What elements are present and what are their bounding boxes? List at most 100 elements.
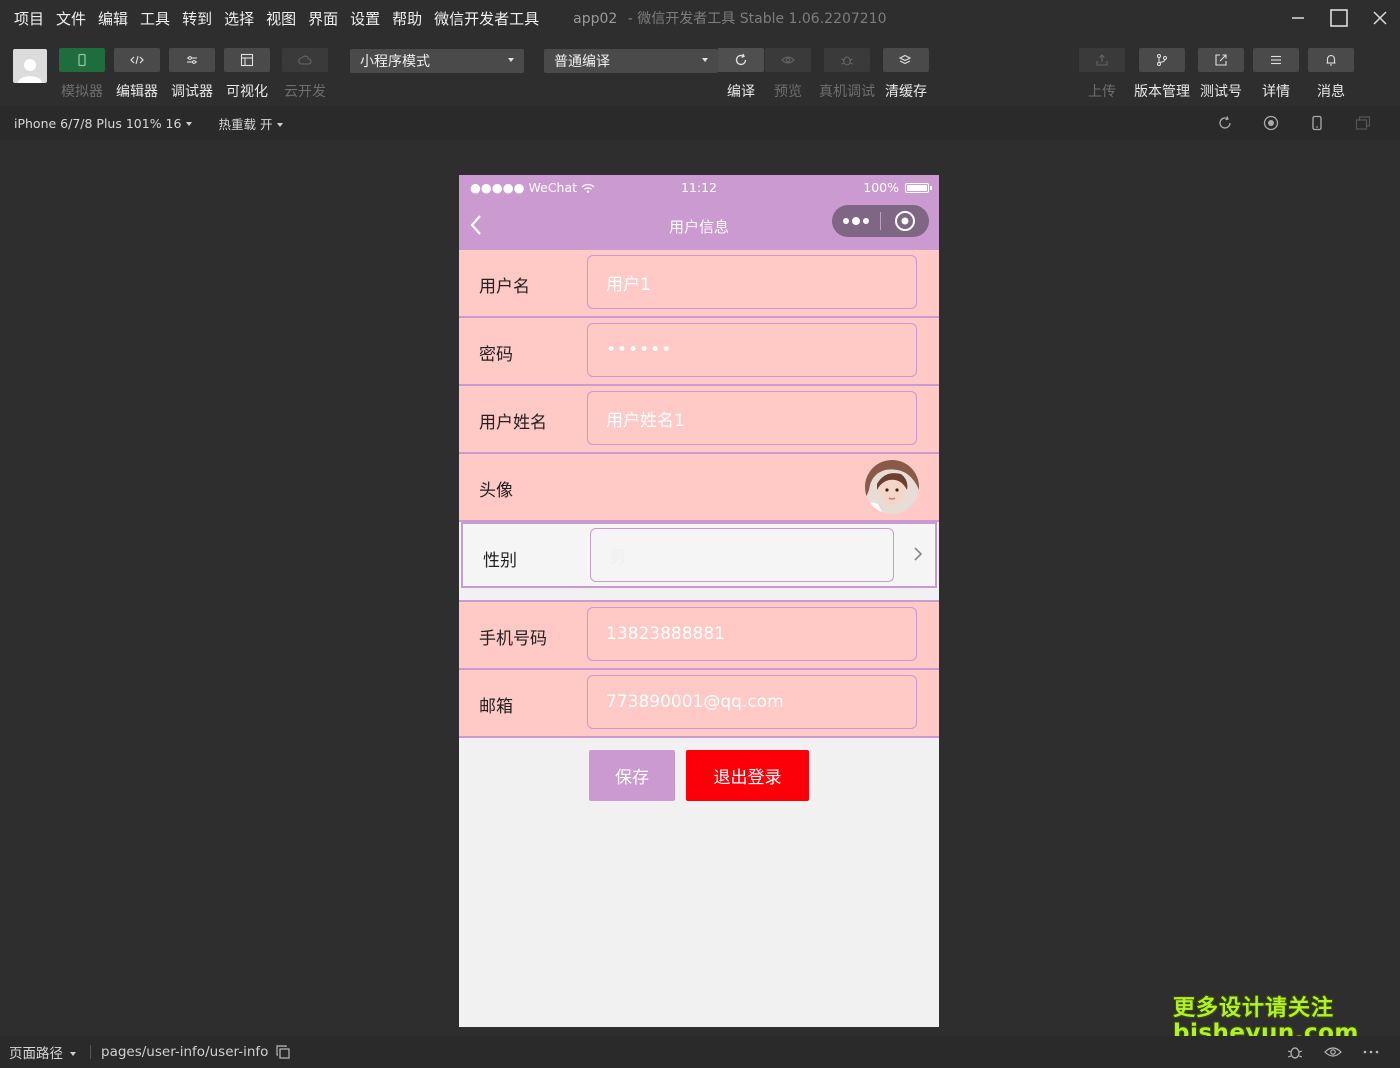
email-input[interactable]: 773890001@qq.com — [587, 675, 917, 729]
version-mgmt-button[interactable] — [1139, 48, 1185, 72]
phone-simulator: ●●●●● WeChat 11:12 100% 用户信息 用户名 用户1 密码 … — [459, 175, 939, 1027]
menu-item[interactable]: 项目 — [8, 8, 50, 29]
menu-lines-icon — [1271, 55, 1281, 65]
bug-icon — [1287, 1047, 1303, 1059]
device-view-button[interactable] — [1294, 113, 1340, 133]
battery-fill — [907, 184, 927, 191]
save-button[interactable]: 保存 — [589, 750, 675, 801]
simulator-label: 模拟器 — [61, 84, 103, 100]
visual-button[interactable] — [224, 48, 270, 72]
debugger-button[interactable] — [169, 48, 215, 72]
messages-button[interactable] — [1308, 48, 1354, 72]
toolbar: 模拟器 编辑器 调试器 可视化 云开发 小程序模式 普通编译 编译 预览 真机调… — [0, 36, 1400, 107]
status-bar-tools — [1276, 1042, 1390, 1062]
details-label: 详情 — [1262, 84, 1290, 100]
phone-label: 手机号码 — [479, 629, 547, 649]
test-account-label: 测试号 — [1200, 84, 1242, 100]
menu-item[interactable]: 设置 — [344, 8, 386, 29]
menu-item[interactable]: 文件 — [50, 8, 92, 29]
username-label: 用户名 — [479, 277, 530, 297]
detach-window-button[interactable] — [1340, 113, 1386, 133]
phone-status-bar: ●●●●● WeChat 11:12 100% — [459, 175, 939, 200]
realname-input[interactable]: 用户姓名1 — [587, 391, 917, 445]
reload-simulator-button[interactable] — [1202, 113, 1248, 133]
username-input[interactable]: 用户1 — [587, 255, 917, 309]
user-avatar[interactable] — [13, 49, 47, 83]
close-window-button[interactable] — [1359, 0, 1400, 36]
page-path-select[interactable]: 页面路径 — [9, 1042, 76, 1062]
details-button[interactable] — [1253, 48, 1299, 72]
cloud-button[interactable] — [282, 48, 328, 72]
gender-row[interactable]: 性别 男 — [461, 522, 937, 588]
editor-label: 编辑器 — [116, 84, 158, 100]
debugger-label: 调试器 — [171, 84, 213, 100]
preview-status-button[interactable] — [1314, 1042, 1352, 1062]
phone-row: 手机号码 13823888881 — [459, 602, 939, 670]
mode-select[interactable]: 小程序模式 — [350, 49, 524, 73]
simulator-subbar: iPhone 6/7/8 Plus 101% 16 热重载 开 — [0, 106, 1400, 140]
menu-item[interactable]: 选择 — [218, 8, 260, 29]
menu-item[interactable]: 编辑 — [92, 8, 134, 29]
logout-button[interactable]: 退出登录 — [686, 750, 809, 801]
more-dots-icon — [843, 217, 869, 225]
app-name: app02 — [573, 11, 618, 27]
debug-status-button[interactable] — [1276, 1042, 1314, 1062]
test-account-button[interactable] — [1198, 48, 1244, 72]
menu-item[interactable]: 帮助 — [386, 8, 428, 29]
copy-path-button[interactable] — [276, 1045, 291, 1059]
hot-reload-caret-icon — [277, 123, 284, 127]
mobile-icon — [1312, 115, 1322, 131]
window-controls — [1277, 0, 1400, 36]
device-select-value: iPhone 6/7/8 Plus 101% 16 — [14, 115, 182, 131]
avatar-image[interactable] — [865, 460, 919, 514]
gender-picker[interactable]: 男 — [590, 528, 894, 582]
status-bar: 页面路径 pages/user-info/user-info — [0, 1036, 1400, 1068]
refresh-icon — [735, 53, 747, 66]
device-caret-icon — [186, 122, 193, 126]
clear-cache-label: 清缓存 — [885, 84, 927, 100]
menu-item[interactable]: 微信开发者工具 — [428, 8, 545, 29]
copy-icon — [276, 1045, 291, 1059]
remote-debug-button[interactable] — [824, 48, 870, 72]
battery-percent: 100% — [863, 180, 899, 195]
page-path-caret-icon — [70, 1052, 76, 1056]
close-miniprogram-button[interactable] — [881, 210, 929, 232]
menu-item[interactable]: 转到 — [176, 8, 218, 29]
compile-mode-caret-icon — [702, 58, 708, 62]
realname-row: 用户姓名 用户姓名1 — [459, 386, 939, 454]
editor-button[interactable] — [114, 48, 160, 72]
eye-icon — [781, 56, 795, 64]
hot-reload-toggle[interactable]: 热重载 开 — [218, 114, 284, 133]
more-status-button[interactable] — [1352, 1042, 1390, 1062]
minimize-button[interactable] — [1277, 0, 1318, 36]
avatar-label: 头像 — [479, 481, 513, 501]
user-info-form: 用户名 用户1 密码 •••••• 用户姓名 用户姓名1 头像 性别 男 手机号… — [459, 250, 939, 818]
phone-input[interactable]: 13823888881 — [587, 607, 917, 661]
upload-button[interactable] — [1079, 48, 1125, 72]
maximize-button[interactable] — [1318, 0, 1359, 36]
preview-button[interactable] — [765, 48, 811, 72]
eye-icon — [1324, 1047, 1342, 1057]
menu-bar: 项目 文件 编辑 工具 转到 选择 视图 界面 设置 帮助 微信开发者工具 app02 - 微信开发… — [0, 0, 1400, 36]
mode-select-caret-icon — [508, 58, 514, 62]
password-input[interactable]: •••••• — [587, 323, 917, 377]
menu-item[interactable]: 工具 — [134, 8, 176, 29]
form-gap — [459, 588, 939, 602]
watermark-line1: 更多设计请关注 — [1173, 996, 1335, 1021]
menu-item[interactable]: 视图 — [260, 8, 302, 29]
phone-icon — [78, 53, 86, 67]
layout-icon — [240, 53, 254, 67]
clear-cache-button[interactable] — [883, 48, 929, 72]
realname-label: 用户姓名 — [479, 413, 547, 433]
more-options-button[interactable] — [832, 216, 880, 226]
stop-simulator-button[interactable] — [1248, 113, 1294, 133]
compile-mode-select[interactable]: 普通编译 — [544, 49, 718, 73]
compile-button[interactable] — [718, 48, 764, 72]
nav-bar: 用户信息 — [459, 200, 939, 250]
minimize-icon — [1291, 17, 1304, 19]
device-select[interactable]: iPhone 6/7/8 Plus 101% 16 — [14, 115, 193, 131]
menu-item[interactable]: 界面 — [302, 8, 344, 29]
windows-icon — [1355, 116, 1371, 130]
messages-label: 消息 — [1317, 84, 1345, 100]
simulator-button[interactable] — [59, 48, 105, 72]
